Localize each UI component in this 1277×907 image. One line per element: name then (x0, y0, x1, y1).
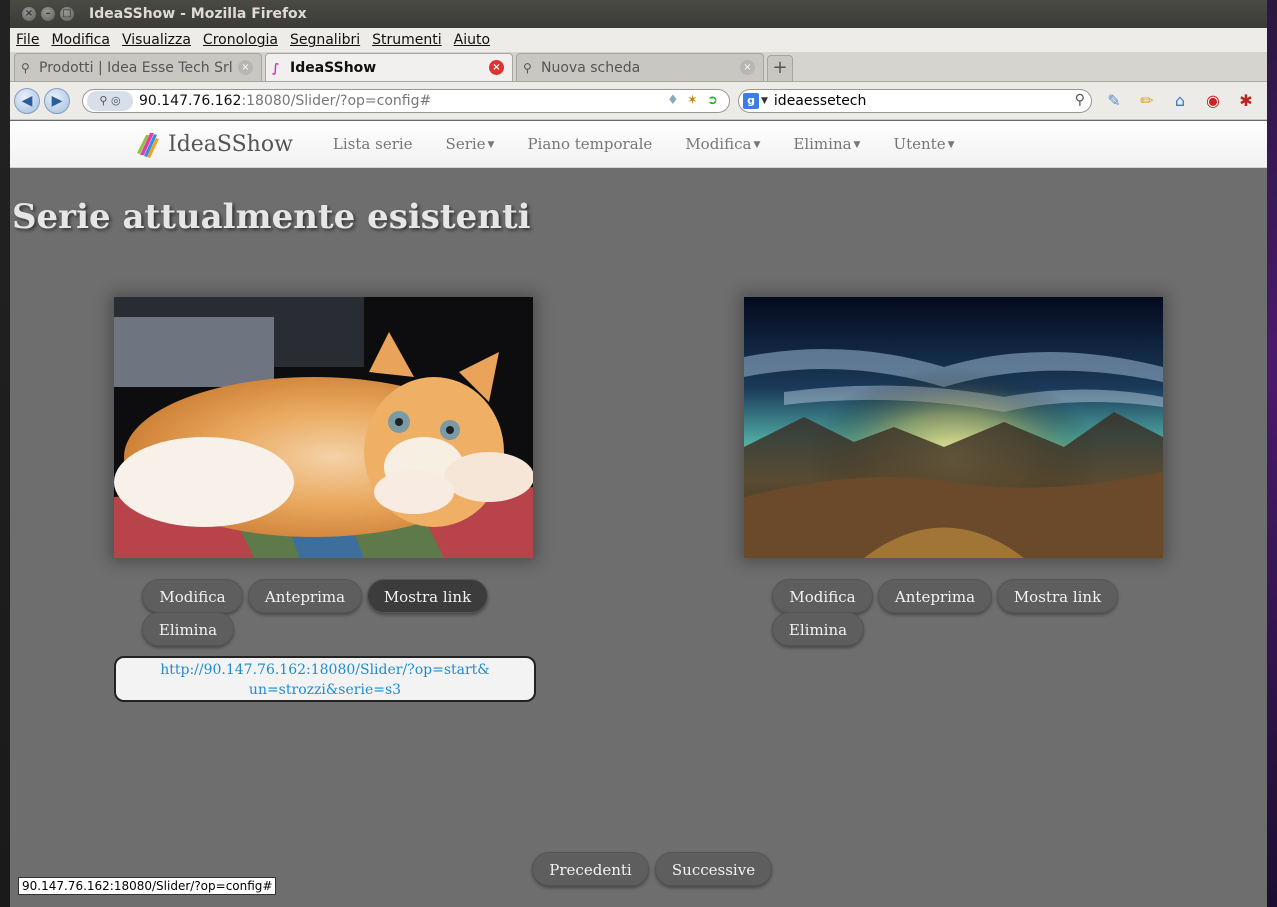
ideasshow-logo-icon (137, 133, 159, 158)
close-window-icon[interactable]: × (22, 7, 36, 21)
nav-label: Modifica (685, 135, 752, 153)
page-title: Serie attualmente esistenti (12, 197, 531, 237)
brand[interactable]: IdeaSShow (136, 129, 293, 159)
caret-down-icon: ▼ (753, 140, 761, 150)
pencil-icon[interactable]: ✏ (1136, 90, 1158, 112)
web-page: IdeaSShow Lista serie Serie ▼ Piano tempo… (10, 121, 1267, 907)
new-tab-button[interactable]: + (767, 55, 793, 81)
menu-bar: File Modifica Visualizza Cronologia Segn… (10, 28, 1267, 52)
successive-button[interactable]: Successive (655, 852, 772, 886)
ideasshow-favicon-icon: ∫ (272, 60, 280, 75)
google-engine-icon[interactable]: g (743, 92, 759, 109)
modifica-button[interactable]: Modifica (142, 579, 243, 613)
caret-down-icon: ▼ (853, 140, 861, 150)
nav-label: Elimina (793, 135, 852, 153)
series-thumbnail-kitten[interactable] (114, 297, 533, 558)
menu-segnalibri[interactable]: Segnalibri (290, 32, 360, 48)
go-arrow-icon[interactable]: ➲ (707, 93, 718, 108)
elimina-button[interactable]: Elimina (772, 612, 864, 646)
brand-name: IdeaSShow (168, 131, 293, 157)
search-icon[interactable]: ⚲ (1075, 92, 1085, 108)
url-path: :18080/Slider/?op=config# (241, 92, 432, 109)
kitten-photo (114, 297, 533, 558)
bookmark-star-icon[interactable]: ✶ (687, 93, 698, 108)
nav-label: Utente (893, 135, 946, 153)
mostra-link-button[interactable]: Mostra link (997, 579, 1118, 613)
menu-cronologia[interactable]: Cronologia (203, 32, 278, 48)
anteprima-button[interactable]: Anteprima (248, 579, 362, 613)
precedenti-button[interactable]: Precedenti (532, 852, 649, 886)
series-thumbnail-landscape[interactable] (744, 297, 1163, 558)
series-link-box[interactable]: http://90.147.76.162:18080/Slider/?op=st… (114, 656, 536, 702)
nav-serie-dropdown[interactable]: Serie ▼ (446, 135, 495, 153)
tab-label: Nuova scheda (541, 59, 641, 76)
bug-icon[interactable]: ✱ (1235, 90, 1257, 112)
page-favicon-icon: ⚲ (523, 60, 532, 75)
url-bar[interactable]: ⚲ ◎ 90.147.76.162:18080/Slider/?op=confi… (82, 88, 730, 113)
home-icon[interactable]: ⌂ (1169, 90, 1191, 112)
caret-down-icon: ▼ (487, 140, 495, 150)
tab-bar: ⚲ Prodotti | Idea Esse Tech Srl × ∫ Idea… (10, 52, 1267, 82)
nav-lista-serie[interactable]: Lista serie (333, 135, 413, 153)
elimina-button[interactable]: Elimina (142, 612, 234, 646)
tab-label: IdeaSShow (290, 59, 377, 76)
app-navbar: IdeaSShow Lista serie Serie ▼ Piano tempo… (10, 121, 1267, 168)
caret-down-icon: ▼ (947, 140, 955, 150)
forward-arrow-icon[interactable]: ▶ (44, 87, 70, 114)
firefox-window: × – □ IdeaSShow - Mozilla Firefox File M… (10, 0, 1267, 907)
navigation-toolbar: ◀ ▶ ⚲ ◎ 90.147.76.162:18080/Slider/?op=c… (10, 82, 1267, 120)
chevron-down-icon[interactable]: ▼ (761, 96, 768, 106)
nav-modifica-dropdown[interactable]: Modifica ▼ (685, 135, 760, 153)
page-favicon-icon: ⚲ (21, 60, 30, 75)
landscape-sky-photo (744, 297, 1163, 558)
menu-modifica[interactable]: Modifica (51, 32, 110, 48)
notes-icon[interactable]: ✎ (1103, 90, 1125, 112)
nav-piano-temporale[interactable]: Piano temporale (527, 135, 652, 153)
modifica-button[interactable]: Modifica (772, 579, 873, 613)
nav-label: Serie (445, 135, 486, 153)
minimize-window-icon[interactable]: – (41, 7, 55, 21)
tab-ideasshow[interactable]: ∫ IdeaSShow × (265, 53, 513, 81)
desktop-background-right (1266, 0, 1277, 907)
tab-prodotti[interactable]: ⚲ Prodotti | Idea Esse Tech Srl × (14, 53, 262, 81)
menu-aiuto[interactable]: Aiuto (454, 32, 490, 48)
search-bar[interactable]: g ▼ ideaessetech ⚲ (738, 88, 1092, 113)
site-identity-icon[interactable]: ⚲ ◎ (87, 90, 133, 111)
url-host: 90.147.76.162 (139, 92, 242, 109)
series-link-line2[interactable]: un=strozzi&serie=s3 (116, 680, 534, 700)
nav-utente-dropdown[interactable]: Utente ▼ (893, 135, 954, 153)
title-bar: × – □ IdeaSShow - Mozilla Firefox (10, 0, 1267, 28)
series-link-line1[interactable]: http://90.147.76.162:18080/Slider/?op=st… (116, 660, 534, 680)
anteprima-button[interactable]: Anteprima (878, 579, 992, 613)
addon-icon[interactable]: ◉ (1202, 90, 1224, 112)
search-input[interactable]: ideaessetech (774, 93, 866, 109)
close-tab-icon[interactable]: × (740, 60, 755, 75)
status-bar-url: 90.147.76.162:18080/Slider/?op=config# (18, 877, 277, 895)
maximize-window-icon[interactable]: □ (60, 7, 74, 21)
menu-file[interactable]: File (16, 32, 39, 48)
window-title: IdeaSShow - Mozilla Firefox (89, 6, 307, 22)
menu-strumenti[interactable]: Strumenti (372, 32, 442, 48)
mostra-link-button[interactable]: Mostra link (367, 579, 488, 613)
location-pin-icon[interactable]: ♦ (667, 93, 679, 108)
tab-label: Prodotti | Idea Esse Tech Srl (39, 59, 233, 76)
back-arrow-icon[interactable]: ◀ (14, 87, 40, 114)
menu-visualizza[interactable]: Visualizza (122, 32, 191, 48)
close-tab-icon[interactable]: × (238, 60, 253, 75)
nav-elimina-dropdown[interactable]: Elimina ▼ (793, 135, 860, 153)
close-tab-icon[interactable]: × (489, 60, 504, 75)
tab-nuova-scheda[interactable]: ⚲ Nuova scheda × (516, 53, 764, 81)
